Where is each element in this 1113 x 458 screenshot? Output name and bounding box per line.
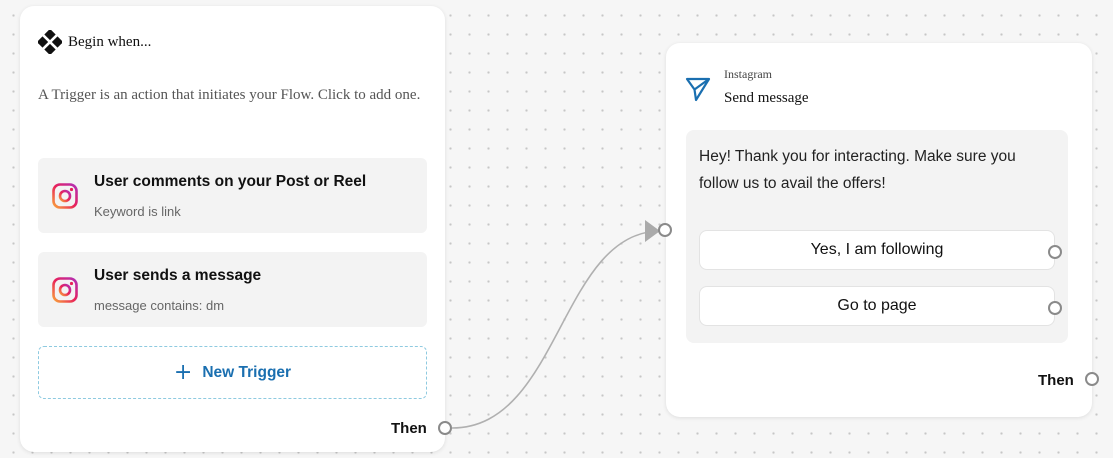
trigger-item-subtitle: Keyword is link [94, 204, 181, 219]
button-following-port[interactable] [1048, 245, 1062, 259]
platform-label: Instagram [724, 67, 772, 81]
reply-button-following[interactable]: Yes, I am following [699, 230, 1055, 270]
plus-icon: + [173, 359, 193, 385]
button-go-to-page-port[interactable] [1048, 301, 1062, 315]
instagram-icon [52, 183, 78, 209]
trigger-diamond-icon [38, 30, 62, 54]
trigger-output-port[interactable] [438, 421, 452, 435]
message-text: Hey! Thank you for interacting. Make sur… [699, 148, 1016, 192]
trigger-item-comments[interactable]: User comments on your Post or Reel Keywo… [38, 158, 427, 233]
new-trigger-label: New Trigger [202, 363, 292, 381]
message-input-port[interactable] [658, 223, 672, 237]
trigger-item-messages[interactable]: User sends a message message contains: d… [38, 252, 427, 327]
send-message-card[interactable]: Instagram Send message Hey! Thank you fo… [666, 43, 1092, 417]
trigger-card[interactable]: Begin when... A Trigger is an action tha… [20, 6, 445, 452]
trigger-item-subtitle: message contains: dm [94, 298, 225, 313]
trigger-card-title: Begin when... [68, 33, 152, 50]
then-label: Then [391, 420, 427, 437]
message-output-port[interactable] [1085, 372, 1099, 386]
then-label: Then [1038, 372, 1074, 389]
trigger-description: A Trigger is an action that initiates yo… [38, 87, 421, 103]
trigger-item-title: User comments on your Post or Reel [94, 173, 367, 190]
instagram-icon [52, 277, 78, 303]
trigger-card-header: Begin when... [38, 30, 151, 54]
message-bubble[interactable]: Hey! Thank you for interacting. Make sur… [686, 130, 1068, 343]
send-icon [685, 77, 711, 102]
new-trigger-button[interactable]: + New Trigger [38, 346, 427, 399]
reply-button-go-to-page[interactable]: Go to page [699, 286, 1055, 326]
message-card-title: Send message [724, 90, 809, 106]
trigger-item-title: User sends a message [94, 267, 262, 284]
